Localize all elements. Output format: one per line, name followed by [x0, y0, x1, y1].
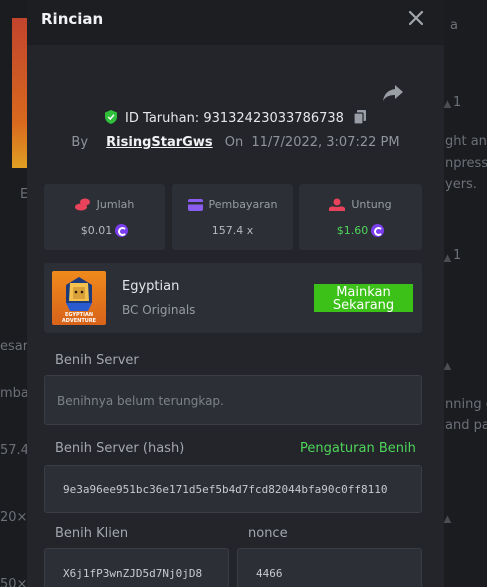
copy-icon[interactable] — [354, 110, 367, 124]
bet-details-modal: Rincian ID Taruhan: 93132423033786738 By… — [27, 0, 444, 587]
game-name: Egyptian — [122, 279, 180, 294]
stat-value: 157.4 x — [211, 224, 254, 237]
game-thumb-text: EGYPTIAN ADVENTURE — [61, 312, 97, 324]
stat-value: $1.60 — [336, 224, 369, 237]
card-icon — [187, 199, 203, 211]
play-now-button[interactable]: Mainkan Sekarang — [314, 284, 413, 312]
nonce-field[interactable]: 4466 — [237, 548, 422, 587]
server-seed-label: Benih Server — [55, 353, 139, 368]
by-label: By — [71, 135, 89, 150]
background-text: 20× — [0, 510, 28, 525]
background-text: 50× — [0, 577, 28, 587]
profit-icon — [329, 198, 346, 211]
modal-header: Rincian — [27, 0, 444, 45]
bet-id-row: ID Taruhan: 93132423033786738 — [27, 110, 444, 126]
game-provider: BC Originals — [122, 303, 196, 317]
client-seed-label: Benih Klien — [55, 526, 129, 541]
close-icon[interactable] — [408, 10, 424, 26]
nonce-label: nonce — [248, 526, 288, 541]
coins-icon — [74, 198, 90, 211]
coin-icon — [371, 224, 385, 237]
stat-label: Pembayaran — [208, 198, 278, 211]
shield-icon — [104, 110, 117, 124]
background-text: and pa — [445, 418, 487, 433]
stat-payout: Pembayaran 157.4 x — [172, 184, 293, 250]
game-thumbnail[interactable]: EGYPTIAN ADVENTURE — [52, 271, 106, 325]
game-card: EGYPTIAN ADVENTURE Egyptian BC Originals… — [44, 263, 422, 333]
background-text: nning c — [445, 397, 487, 412]
stat-label: Untung — [351, 198, 392, 211]
stat-profit: Untung $1.60 — [299, 184, 422, 250]
username-link[interactable]: RisingStarGws — [106, 135, 212, 150]
share-icon[interactable] — [382, 83, 404, 103]
client-seed-field[interactable]: X6j1fP3wnZJD5d7Nj0jD8 — [44, 548, 229, 587]
background-text: 1 — [453, 248, 462, 263]
background-text: 1 — [453, 95, 462, 110]
background-text: ght and — [445, 134, 487, 149]
coin-icon — [115, 224, 129, 237]
background-text: a — [450, 18, 458, 33]
background-text: esar — [0, 339, 29, 354]
background-text: mba — [0, 386, 29, 401]
modal-title: Rincian — [41, 10, 104, 28]
bet-datetime: 11/7/2022, 3:07:22 PM — [251, 135, 400, 150]
server-seed-field[interactable]: Benihnya belum terungkap. — [44, 375, 422, 425]
background-banner — [12, 18, 28, 168]
background-text: yers. — [445, 177, 477, 192]
on-label: On — [224, 135, 244, 150]
server-hash-field[interactable]: 9e3a96ee951bc36e171d5ef5b4d7fcd82044bfa9… — [44, 465, 422, 513]
seed-settings-link[interactable]: Pengaturan Benih — [300, 441, 416, 456]
stat-label: Jumlah — [96, 198, 135, 211]
bet-id: ID Taruhan: 93132423033786738 — [125, 111, 344, 126]
background-text: npresse — [445, 156, 487, 171]
bettor-row: By RisingStarGws On 11/7/2022, 3:07:22 P… — [27, 135, 444, 150]
stat-value: $0.01 — [80, 224, 113, 237]
server-hash-label: Benih Server (hash) — [55, 441, 185, 456]
stat-amount: Jumlah $0.01 — [44, 184, 165, 250]
